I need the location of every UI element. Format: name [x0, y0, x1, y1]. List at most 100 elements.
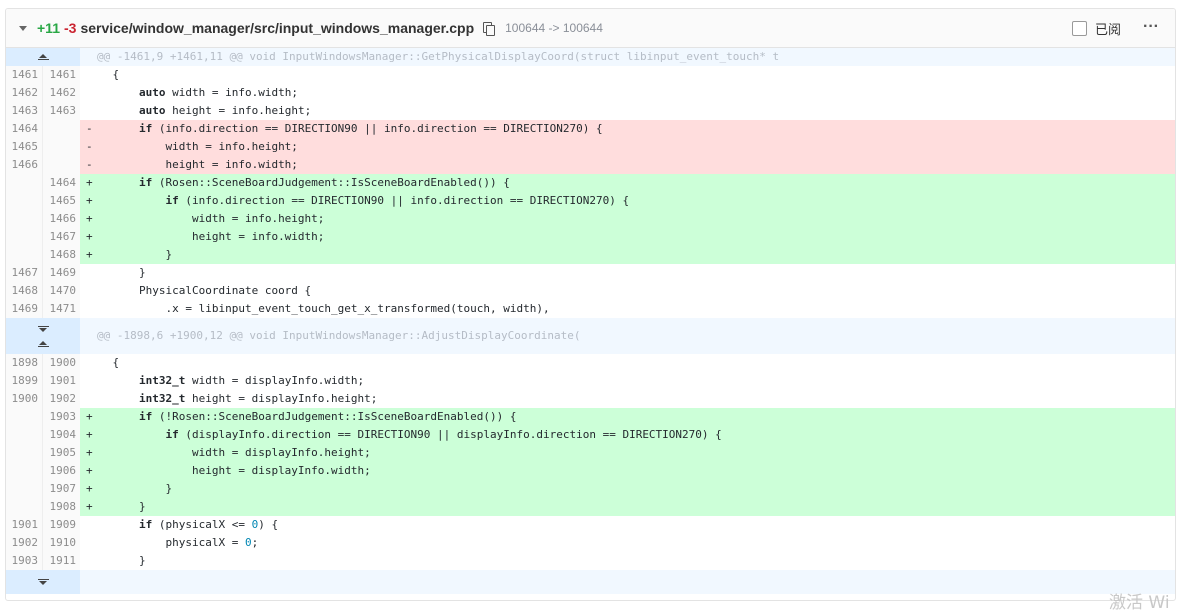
line-code: }: [112, 266, 146, 279]
expand-down-icon[interactable]: [37, 579, 49, 585]
diff-line-del: 1464 - if (info.direction == DIRECTION90 …: [6, 120, 1175, 138]
deletions-count: -3: [63, 20, 77, 36]
hunk-header-text: @@ -1898,6 +1900,12 @@ void InputWindows…: [97, 329, 581, 342]
new-line-number[interactable]: 1908: [43, 498, 80, 516]
more-options-icon[interactable]: ···: [1143, 18, 1159, 36]
diff-line-ctx: 1899 1901 int32_t width = displayInfo.wid…: [6, 372, 1175, 390]
diff-line-add: 1468 + }: [6, 246, 1175, 264]
old-line-number[interactable]: 1902: [6, 534, 43, 552]
line-code: + width = info.height;: [86, 212, 325, 225]
line-code: - if (info.direction == DIRECTION90 || i…: [86, 122, 603, 135]
old-line-number[interactable]: 1461: [6, 66, 43, 84]
hunk-header: @@ -1461,9 +1461,11 @@ void InputWindows…: [6, 48, 1175, 66]
old-line-number[interactable]: [6, 210, 43, 228]
expand-context-button[interactable]: [6, 318, 80, 354]
old-line-number[interactable]: [6, 174, 43, 192]
new-line-number[interactable]: [43, 120, 80, 138]
old-line-number[interactable]: 1899: [6, 372, 43, 390]
new-line-number[interactable]: 1469: [43, 264, 80, 282]
diff-table: @@ -1461,9 +1461,11 @@ void InputWindows…: [6, 48, 1175, 594]
old-line-number[interactable]: 1903: [6, 552, 43, 570]
diff-line-ctx: 1461 1461 {: [6, 66, 1175, 84]
expand-up-icon[interactable]: [37, 340, 49, 347]
new-line-number[interactable]: 1906: [43, 462, 80, 480]
old-line-number[interactable]: [6, 192, 43, 210]
new-line-number[interactable]: 1902: [43, 390, 80, 408]
new-line-number[interactable]: 1909: [43, 516, 80, 534]
new-line-number[interactable]: 1461: [43, 66, 80, 84]
new-line-number[interactable]: 1468: [43, 246, 80, 264]
expand-up-icon[interactable]: [37, 54, 49, 60]
new-line-number[interactable]: 1904: [43, 426, 80, 444]
new-line-number[interactable]: 1462: [43, 84, 80, 102]
new-line-number[interactable]: 1903: [43, 408, 80, 426]
expand-down-icon[interactable]: [37, 325, 49, 332]
old-line-number[interactable]: [6, 426, 43, 444]
old-line-number[interactable]: 1462: [6, 84, 43, 102]
new-line-number[interactable]: 1905: [43, 444, 80, 462]
additions-count: +11: [37, 20, 60, 36]
diff-file: +11 -3 service/window_manager/src/input_…: [5, 8, 1176, 601]
new-line-number[interactable]: 1466: [43, 210, 80, 228]
diff-line-add: 1905 + width = displayInfo.height;: [6, 444, 1175, 462]
new-line-number[interactable]: [43, 156, 80, 174]
line-code: + width = displayInfo.height;: [86, 446, 371, 459]
new-line-number[interactable]: 1907: [43, 480, 80, 498]
new-line-number[interactable]: [43, 138, 80, 156]
viewed-toggle[interactable]: 已阅: [1071, 19, 1121, 38]
new-line-number[interactable]: 1900: [43, 354, 80, 372]
old-line-number[interactable]: [6, 444, 43, 462]
old-line-number[interactable]: 1901: [6, 516, 43, 534]
new-line-number[interactable]: 1470: [43, 282, 80, 300]
viewed-checkbox[interactable]: [1071, 21, 1087, 36]
new-line-number[interactable]: 1467: [43, 228, 80, 246]
collapse-caret-icon[interactable]: [19, 25, 27, 31]
new-line-number[interactable]: 1464: [43, 174, 80, 192]
old-line-number[interactable]: [6, 408, 43, 426]
old-line-number[interactable]: [6, 246, 43, 264]
copy-path-icon[interactable]: [483, 22, 496, 36]
line-code: }: [112, 554, 146, 567]
line-code: auto width = info.width;: [139, 86, 298, 99]
new-line-number[interactable]: 1901: [43, 372, 80, 390]
new-line-number[interactable]: 1471: [43, 300, 80, 318]
old-line-number[interactable]: 1465: [6, 138, 43, 156]
line-code: .x = libinput_event_touch_get_x_transfor…: [112, 302, 550, 315]
old-line-number[interactable]: [6, 462, 43, 480]
old-line-number[interactable]: [6, 498, 43, 516]
old-line-number[interactable]: 1463: [6, 102, 43, 120]
old-line-number[interactable]: 1466: [6, 156, 43, 174]
expand-context-button[interactable]: [6, 570, 80, 594]
line-code: {: [112, 356, 120, 369]
old-line-number[interactable]: 1468: [6, 282, 43, 300]
line-code: auto height = info.height;: [139, 104, 312, 117]
expand-context-button[interactable]: [6, 48, 80, 66]
new-line-number[interactable]: 1911: [43, 552, 80, 570]
viewed-label: 已阅: [1094, 22, 1121, 37]
file-path[interactable]: service/window_manager/src/input_windows…: [80, 20, 474, 36]
old-line-number[interactable]: 1464: [6, 120, 43, 138]
line-code: int32_t height = displayInfo.height;: [139, 392, 378, 405]
line-code: + if (Rosen::SceneBoardJudgement::IsScen…: [86, 176, 510, 189]
diff-line-ctx: 1463 1463 auto height = info.height;: [6, 102, 1175, 120]
diff-line-ctx: 1469 1471 .x = libinput_event_touch_get_x…: [6, 300, 1175, 318]
old-line-number[interactable]: 1467: [6, 264, 43, 282]
line-code: if (physicalX <= 0) {: [139, 518, 279, 531]
old-line-number[interactable]: [6, 228, 43, 246]
file-header: +11 -3 service/window_manager/src/input_…: [6, 9, 1175, 48]
line-code: + if (info.direction == DIRECTION90 || i…: [86, 194, 630, 207]
old-line-number[interactable]: 1898: [6, 354, 43, 372]
file-mode: 100644 -> 100644: [505, 21, 603, 35]
new-line-number[interactable]: 1910: [43, 534, 80, 552]
old-line-number[interactable]: 1900: [6, 390, 43, 408]
diff-line-add: 1906 + height = displayInfo.width;: [6, 462, 1175, 480]
line-code: - width = info.height;: [86, 140, 298, 153]
new-line-number[interactable]: 1465: [43, 192, 80, 210]
expand-row-filler: [80, 570, 1175, 594]
line-code: {: [112, 68, 120, 81]
old-line-number[interactable]: [6, 480, 43, 498]
old-line-number[interactable]: 1469: [6, 300, 43, 318]
activation-watermark: 激活 Wi: [1109, 593, 1170, 613]
diff-line-ctx: 1462 1462 auto width = info.width;: [6, 84, 1175, 102]
new-line-number[interactable]: 1463: [43, 102, 80, 120]
